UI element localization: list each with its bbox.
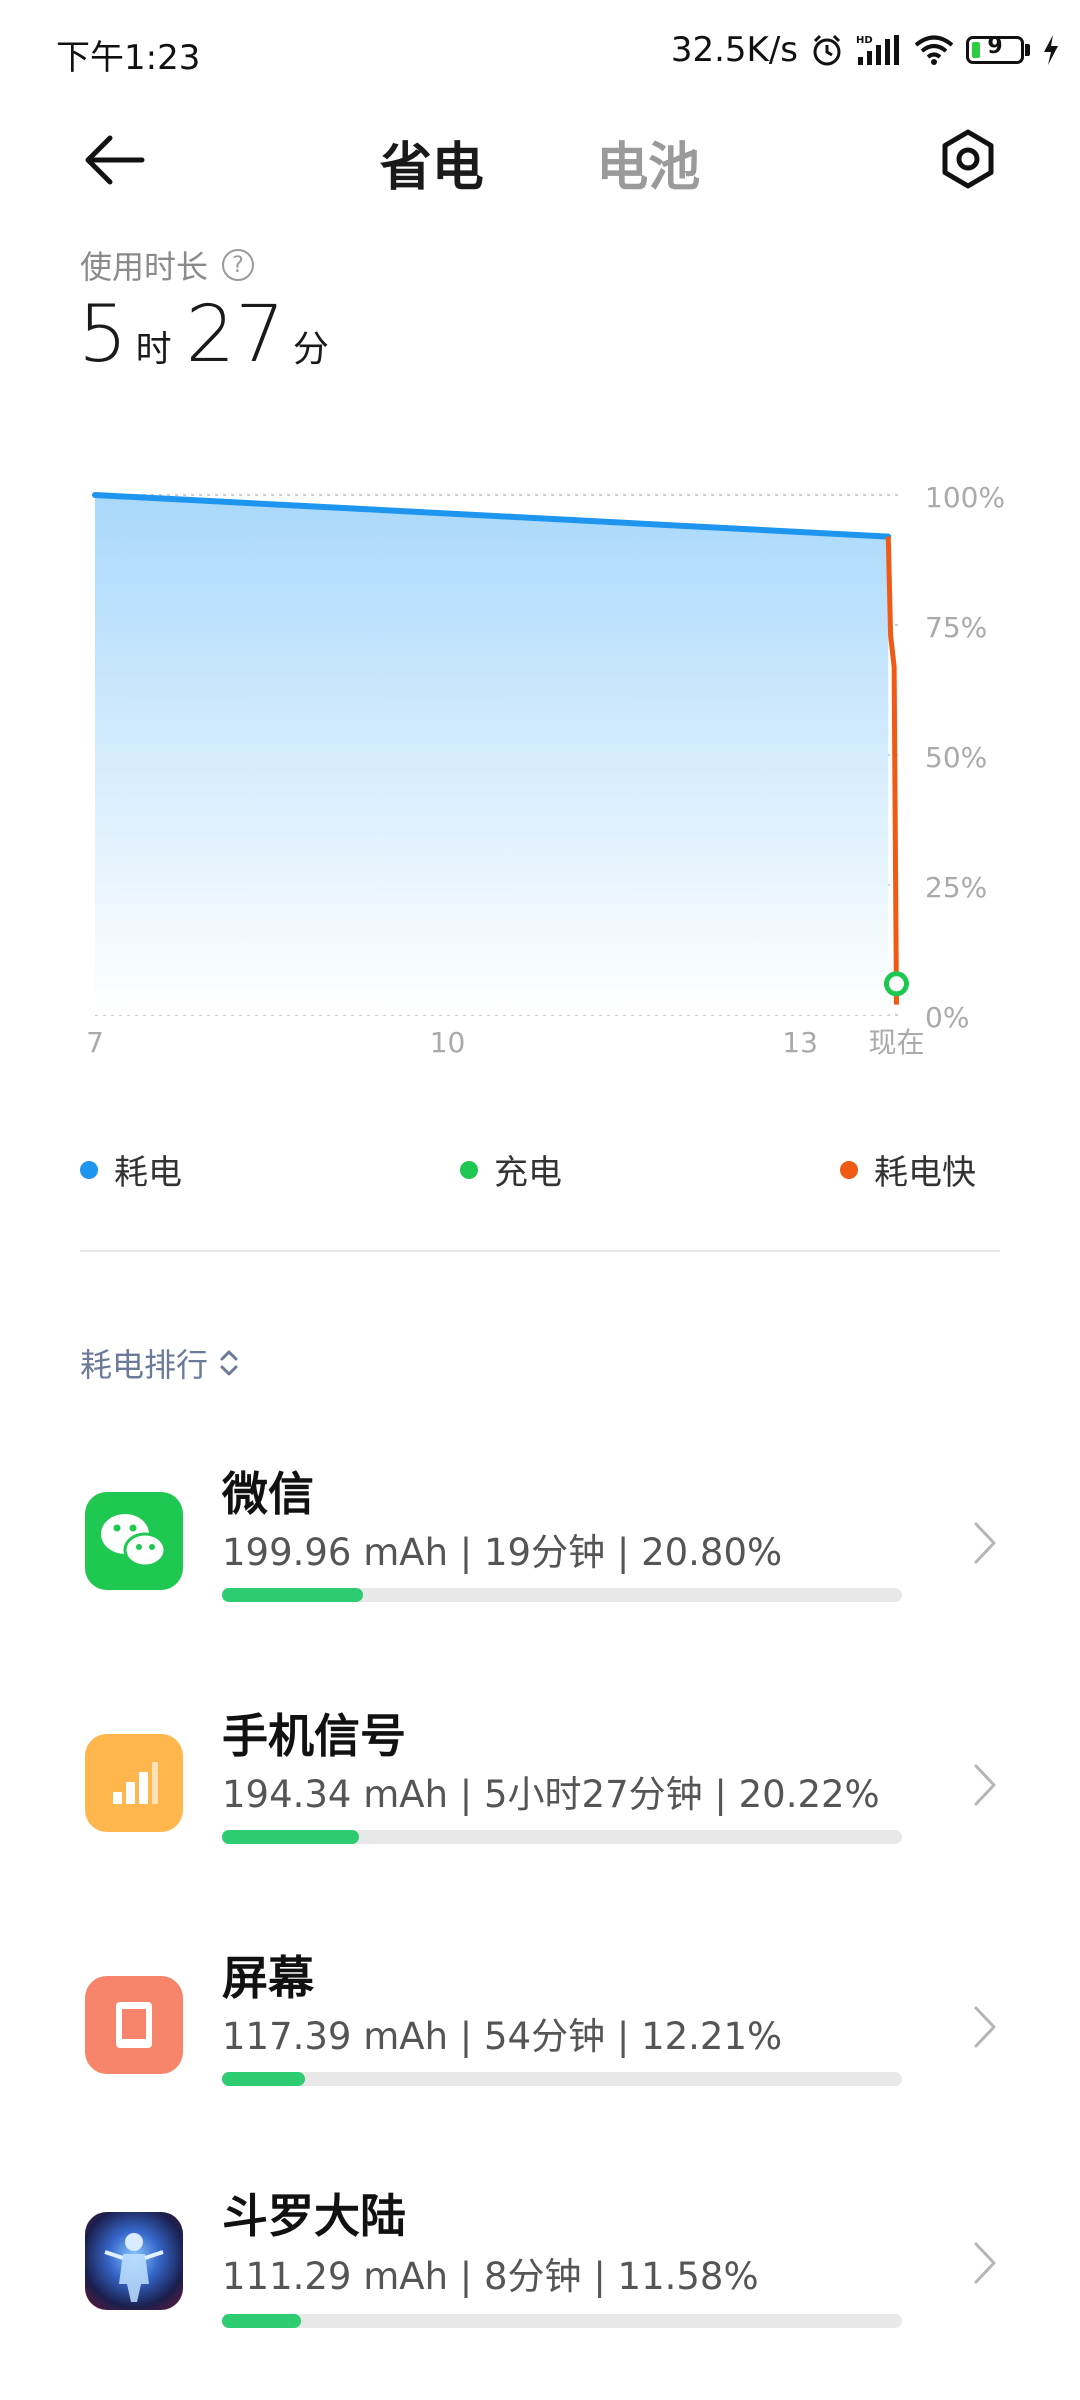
status-icons: 32.5K/s HD 9 [671, 30, 1060, 70]
usage-hours: 5 [78, 290, 128, 380]
network-speed: 32.5K/s [670, 30, 798, 70]
usage-bar-fill [222, 1830, 360, 1844]
usage-bar-fill [222, 1588, 364, 1602]
battery-chart-svg: 100% 75% 50% 25% 0% 7 10 13 现在 [86, 481, 1005, 1059]
y-tick-label: 100% [925, 481, 1005, 514]
chevron-right-icon [974, 1764, 996, 1806]
app-name: 斗罗大陆 [222, 2189, 406, 2243]
usage-duration-value: 5 时 27 分 [78, 290, 343, 380]
usage-bar [222, 2314, 902, 2328]
app-name: 手机信号 [222, 1709, 406, 1763]
usage-bar [222, 1588, 902, 1602]
top-nav: 省电 电池 [0, 105, 1080, 215]
charging-icon [1042, 35, 1060, 65]
app-stats: 199.96 mAh | 19分钟 | 20.80% [222, 1531, 783, 1574]
legend-drain-label: 耗电 [114, 1153, 182, 1193]
usage-minutes: 27 [185, 290, 285, 380]
battery-level-text: 9 [987, 34, 1003, 59]
charge-point-marker [883, 971, 909, 997]
legend-fast-drain-dot [840, 1160, 858, 1179]
usage-duration-label: 使用时长 ? [80, 242, 255, 288]
legend-charge-label: 充电 [494, 1153, 562, 1193]
chevron-right-icon [974, 1522, 996, 1564]
signal-icon [85, 1734, 183, 1832]
usage-label-text: 使用时长 [80, 248, 209, 286]
legend-charge-dot [460, 1160, 478, 1179]
divider [80, 1250, 1000, 1252]
usage-bar [222, 1830, 902, 1844]
wifi-icon [914, 34, 954, 66]
list-item-wechat[interactable]: 微信 199.96 mAh | 19分钟 | 20.80% [0, 1440, 1080, 1640]
app-stats: 194.34 mAh | 5小时27分钟 | 20.22% [222, 1773, 880, 1816]
ranking-sort-button[interactable]: 耗电排行 [80, 1340, 240, 1386]
hd-signal-icon: HD [856, 33, 902, 67]
legend-charge: 充电 [460, 1145, 562, 1194]
tab-power-saving[interactable]: 省电 [380, 125, 484, 200]
y-tick-label: 75% [925, 611, 987, 644]
x-tick-label: 7 [86, 1026, 104, 1059]
app-stats: 111.29 mAh | 8分钟 | 11.58% [222, 2255, 759, 2298]
app-name: 微信 [222, 1467, 314, 1521]
tab-bar: 省电 电池 [0, 125, 1080, 200]
legend-fast-drain-label: 耗电快 [874, 1153, 976, 1193]
chevron-right-icon [974, 2006, 996, 2048]
battery-icon: 9 [966, 34, 1030, 64]
usage-minutes-unit: 分 [292, 329, 329, 370]
chevron-right-icon [974, 2242, 996, 2284]
sort-toggle-icon [220, 1350, 238, 1376]
fast-drain-series-line [885, 536, 899, 1005]
settings-button[interactable] [936, 127, 1000, 191]
svg-text:HD: HD [856, 35, 873, 46]
game-icon [85, 2212, 183, 2310]
status-bar: 下午1:23 32.5K/s HD 9 [0, 0, 1080, 105]
chart-legend: 耗电 充电 耗电快 [0, 1145, 1080, 1195]
list-item-signal[interactable]: 手机信号 194.34 mAh | 5小时27分钟 | 20.22% [0, 1682, 1080, 1882]
status-time: 下午1:23 [56, 38, 201, 78]
usage-bar [222, 2072, 902, 2086]
wechat-icon [85, 1492, 183, 1590]
y-tick-label: 25% [925, 871, 987, 904]
legend-drain: 耗电 [80, 1145, 182, 1194]
usage-bar-fill [222, 2314, 301, 2328]
list-item-screen[interactable]: 屏幕 117.39 mAh | 54分钟 | 12.21% [0, 1924, 1080, 2124]
x-tick-label: 13 [782, 1026, 818, 1059]
help-icon[interactable]: ? [222, 249, 255, 281]
app-name: 屏幕 [222, 1951, 314, 2005]
tab-battery[interactable]: 电池 [596, 125, 700, 200]
gear-icon [942, 129, 994, 189]
usage-hours-unit: 时 [135, 329, 172, 370]
alarm-icon [810, 33, 844, 67]
x-tick-label: 现在 [868, 1026, 924, 1059]
battery-chart: 100% 75% 50% 25% 0% 7 10 13 现在 [0, 440, 1080, 1100]
app-stats: 117.39 mAh | 54分钟 | 12.21% [222, 2015, 783, 2058]
legend-fast-drain: 耗电快 [840, 1145, 976, 1194]
legend-drain-dot [80, 1160, 98, 1179]
x-tick-label: 10 [430, 1026, 466, 1059]
y-tick-label: 50% [925, 741, 987, 774]
usage-bar-fill [222, 2072, 306, 2086]
y-tick-label: 0% [925, 1001, 969, 1034]
screen-icon [85, 1976, 183, 2074]
list-item-douluo[interactable]: 斗罗大陆 111.29 mAh | 8分钟 | 11.58% [0, 2166, 1080, 2366]
drain-area-fill [95, 495, 889, 1015]
ranking-title: 耗电排行 [80, 1346, 209, 1384]
